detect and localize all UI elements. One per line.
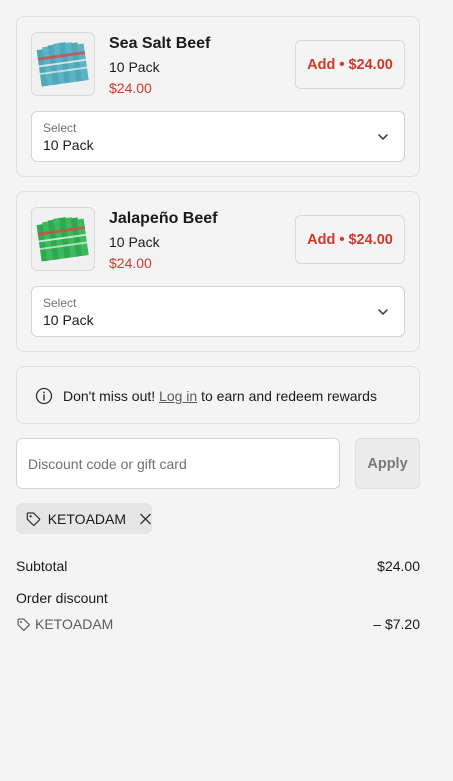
- login-link[interactable]: Log in: [159, 388, 197, 404]
- select-value: 10 Pack: [43, 312, 94, 328]
- order-discount-label: Order discount: [16, 590, 108, 606]
- add-jalapeno-beef-button[interactable]: Add • $24.00: [295, 215, 405, 264]
- subtotal-row: Subtotal $24.00: [16, 558, 420, 574]
- select-label: Select: [43, 296, 77, 310]
- select-value: 10 Pack: [43, 137, 94, 153]
- discount-code-name: KETOADAM: [35, 616, 114, 632]
- info-icon: [35, 387, 53, 405]
- variant-select[interactable]: Select 10 Pack: [31, 111, 405, 162]
- product-name: Sea Salt Beef: [109, 35, 211, 52]
- product-pack-icon: [36, 42, 89, 87]
- select-label: Select: [43, 121, 77, 135]
- chevron-down-icon: [378, 134, 388, 140]
- product-pack-icon: [36, 217, 89, 262]
- discount-code-input[interactable]: [16, 438, 340, 489]
- chevron-down-icon: [378, 309, 388, 315]
- sea-salt-beef-pack-image: [31, 32, 95, 96]
- discount-value: – $7.20: [373, 616, 420, 632]
- rewards-notice: Don't miss out! Log in to earn and redee…: [16, 366, 420, 424]
- product-variant: 10 Pack: [109, 234, 160, 250]
- jalapeno-beef-pack-image: [31, 207, 95, 271]
- subtotal-label: Subtotal: [16, 558, 68, 574]
- remove-discount-close-icon[interactable]: [139, 512, 152, 526]
- notice-suffix: to earn and redeem rewards: [197, 388, 377, 404]
- product-card-jalapeno-beef: Jalapeño Beef 10 Pack $24.00 Add • $24.0…: [16, 191, 420, 352]
- product-variant: 10 Pack: [109, 59, 160, 75]
- tag-icon: [26, 511, 41, 526]
- product-price: $24.00: [109, 80, 152, 96]
- notice-prefix: Don't miss out!: [63, 388, 160, 404]
- order-discount-row: Order discount: [16, 590, 420, 606]
- variant-select[interactable]: Select 10 Pack: [31, 286, 405, 337]
- product-name: Jalapeño Beef: [109, 210, 218, 227]
- apply-button[interactable]: Apply: [355, 438, 420, 489]
- notice-text: Don't miss out! Log in to earn and redee…: [63, 388, 377, 404]
- product-card-sea-salt-beef: Sea Salt Beef 10 Pack $24.00 Add • $24.0…: [16, 16, 420, 177]
- applied-discount-tag: KETOADAM: [16, 503, 152, 534]
- add-sea-salt-beef-button[interactable]: Add • $24.00: [295, 40, 405, 89]
- subtotal-value: $24.00: [377, 558, 420, 574]
- product-price: $24.00: [109, 255, 152, 271]
- tag-icon: [17, 618, 30, 631]
- applied-code-label: KETOADAM: [47, 510, 127, 527]
